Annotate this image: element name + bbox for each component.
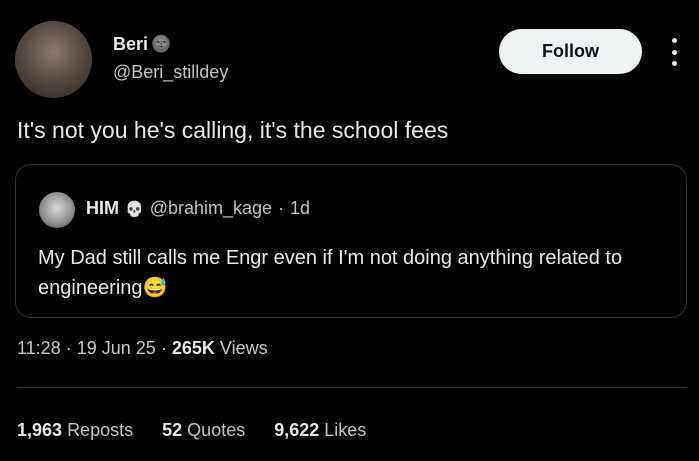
quoted-author-handle[interactable]: @brahim_kage [150,198,272,219]
separator-dot: · [65,338,72,358]
views-count: 265K [171,338,215,358]
engagement-stats: 1,963 Reposts 52 Quotes 9,622 Likes [17,420,390,441]
tweet-text: It's not you he's calling, it's the scho… [17,117,449,143]
likes-stat[interactable]: 9,622 Likes [274,420,366,440]
reposts-count: 1,963 [17,420,63,440]
quoted-author-name[interactable]: HIM [86,198,119,219]
quoted-tweet[interactable]: HIM 💀 @brahim_kage · 1d My Dad still cal… [15,164,687,318]
divider [17,387,687,388]
author-name[interactable]: Beri [113,34,148,55]
follow-button[interactable]: Follow [499,29,642,74]
quoted-author-avatar[interactable] [39,192,75,228]
quoted-tweet-header: HIM 💀 @brahim_kage · 1d [86,198,310,219]
tweet-meta: 11:28 · 19 Jun 25 · 265K Views [17,338,268,359]
quotes-count: 52 [162,420,183,440]
tweet-time[interactable]: 11:28 [17,338,61,358]
author-name-row[interactable]: Beri 🌚 [113,34,171,55]
reposts-label: Reposts [67,420,134,440]
moon-face-icon: 🌚 [151,35,171,53]
quoted-tweet-time[interactable]: 1d [290,198,310,219]
separator-dot: · [160,338,167,358]
quoted-tweet-text: My Dad still calls me Engr even if I'm n… [38,247,623,299]
skull-icon: 💀 [125,200,144,218]
author-handle[interactable]: @Beri_stilldey [113,62,228,83]
tweet-date[interactable]: 19 Jun 25 [77,338,156,358]
views-label: Views [219,338,268,358]
separator-dot: · [278,198,285,218]
reposts-stat[interactable]: 1,963 Reposts [17,420,138,440]
more-options-icon[interactable] [664,38,684,66]
author-avatar[interactable] [15,21,92,98]
quotes-label: Quotes [187,420,246,440]
likes-label: Likes [324,420,367,440]
likes-count: 9,622 [274,420,320,440]
quotes-stat[interactable]: 52 Quotes [162,420,250,440]
